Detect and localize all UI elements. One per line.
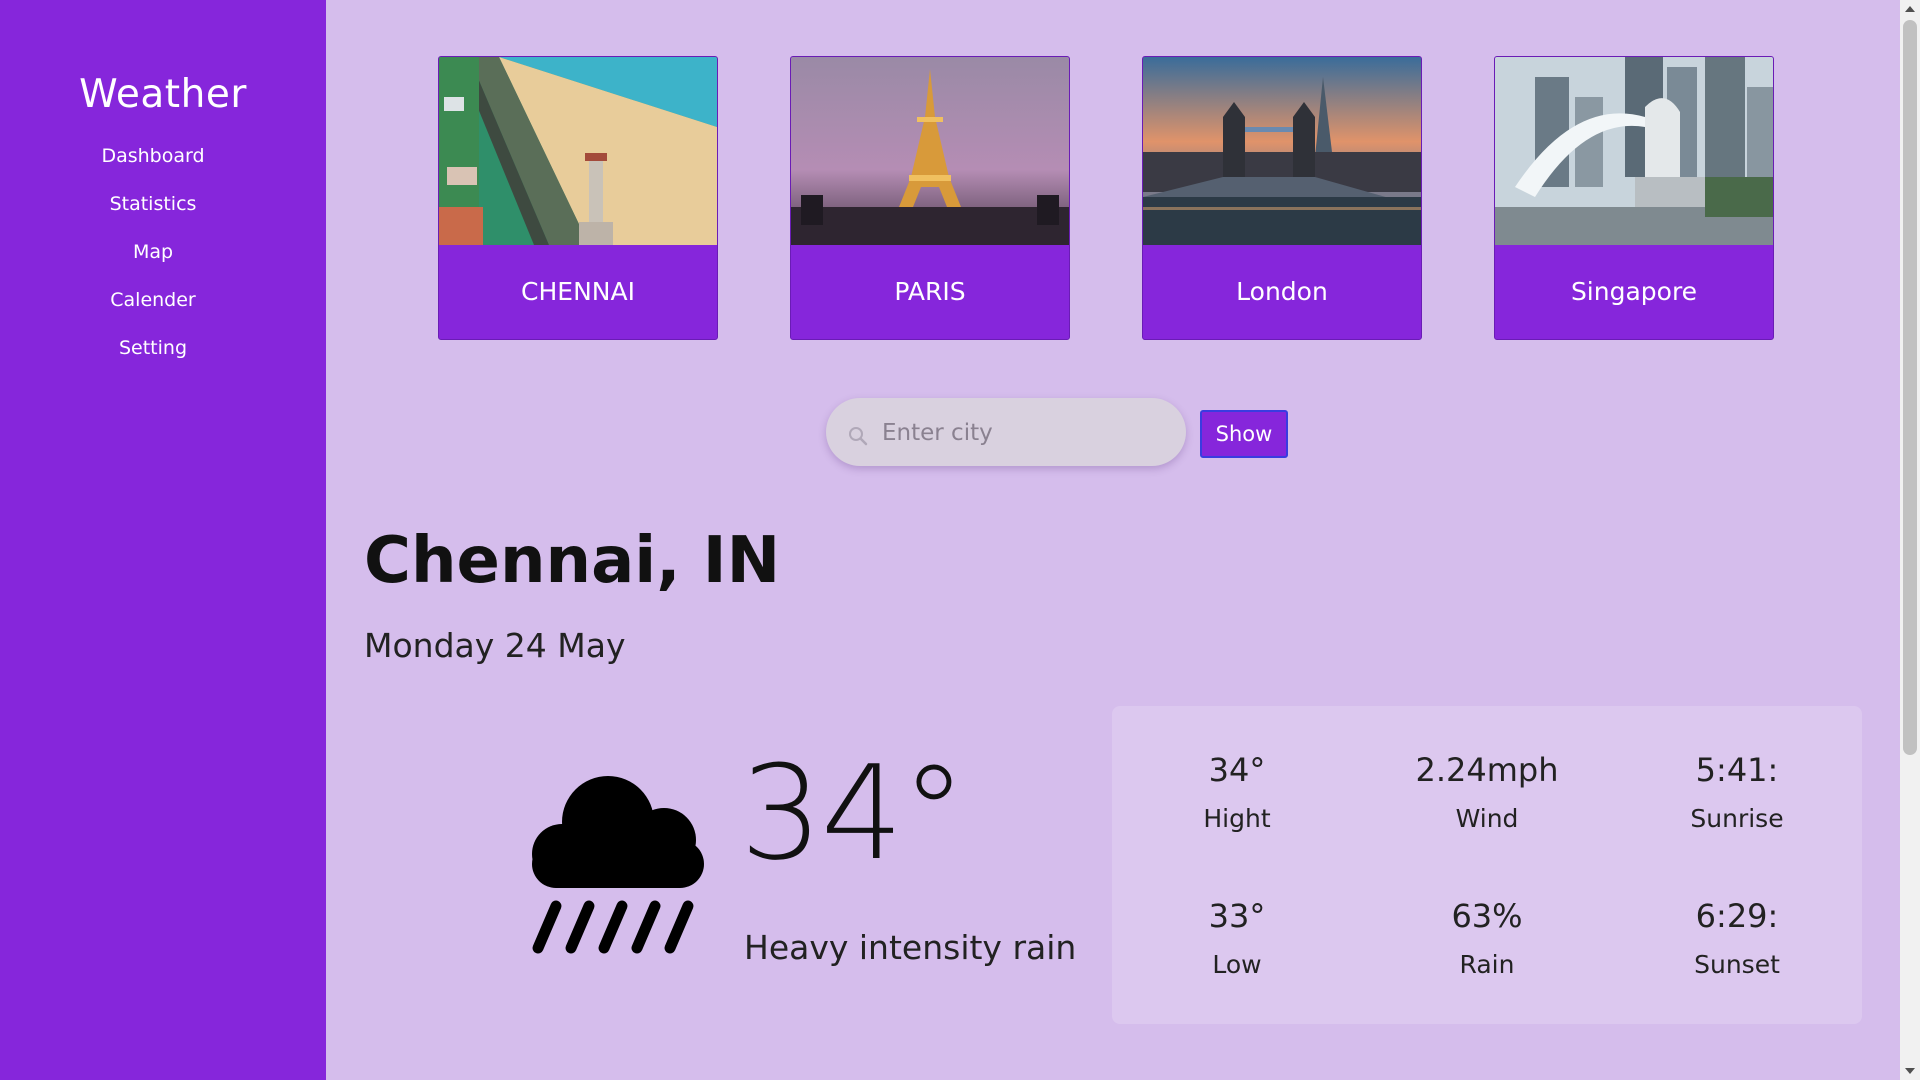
page-scrollbar[interactable] <box>1900 0 1920 1080</box>
stat-rain: 63% Rain <box>1362 896 1612 979</box>
sidebar: Weather Dashboard Statistics Map Calende… <box>0 0 326 1080</box>
stat-sunset: 6:29: Sunset <box>1612 896 1862 979</box>
sidebar-item-map[interactable]: Map <box>0 238 306 286</box>
city-name: Chennai, IN <box>364 524 781 598</box>
stat-label: Hight <box>1203 804 1271 833</box>
city-card-paris[interactable]: PARIS <box>790 56 1070 340</box>
sidebar-item-calender[interactable]: Calender <box>0 286 306 334</box>
city-card-label: London <box>1236 277 1328 306</box>
current-date: Monday 24 May <box>364 626 626 665</box>
stat-value: 63% <box>1451 897 1523 935</box>
weather-stats-panel: 34° Hight 2.24mph Wind 5:41: Sunrise 33°… <box>1112 706 1862 1024</box>
stat-sunrise: 5:41: Sunrise <box>1612 750 1862 833</box>
search-icon <box>849 427 868 446</box>
sidebar-item-statistics[interactable]: Statistics <box>0 190 306 238</box>
paris-photo <box>791 57 1069 245</box>
stat-value: 5:41: <box>1695 751 1779 789</box>
app-title: Weather <box>79 72 247 117</box>
sidebar-item-setting[interactable]: Setting <box>0 334 306 382</box>
scroll-down-arrow-icon[interactable] <box>1905 1068 1915 1074</box>
city-card-label: CHENNAI <box>521 277 635 306</box>
stat-low: 33° Low <box>1112 896 1362 979</box>
stat-high: 34° Hight <box>1112 750 1362 833</box>
stat-label: Low <box>1212 950 1262 979</box>
stat-label: Sunrise <box>1690 804 1784 833</box>
stat-value: 34° <box>1208 751 1266 789</box>
city-card-label: PARIS <box>894 277 966 306</box>
city-card-chennai[interactable]: CHENNAI <box>438 56 718 340</box>
show-button[interactable]: Show <box>1200 410 1288 458</box>
weather-condition: Heavy intensity rain <box>744 928 1077 967</box>
sidebar-nav: Dashboard Statistics Map Calender Settin… <box>0 142 306 382</box>
city-card-singapore[interactable]: Singapore <box>1494 56 1774 340</box>
city-card-label: Singapore <box>1570 277 1698 306</box>
stat-value: 2.24mph <box>1415 751 1559 789</box>
stat-value: 33° <box>1208 897 1266 935</box>
search-box <box>826 398 1186 466</box>
cloud-rain-icon <box>532 776 704 954</box>
stat-label: Rain <box>1459 950 1515 979</box>
stat-value: 6:29: <box>1695 897 1779 935</box>
london-photo <box>1143 57 1421 245</box>
singapore-photo <box>1495 57 1773 245</box>
sidebar-item-dashboard[interactable]: Dashboard <box>0 142 306 190</box>
stat-label: Wind <box>1455 804 1519 833</box>
scrollbar-thumb[interactable] <box>1903 20 1917 755</box>
scroll-up-arrow-icon[interactable] <box>1905 6 1915 12</box>
stat-wind: 2.24mph Wind <box>1362 750 1612 833</box>
city-search-input[interactable] <box>880 412 1164 454</box>
city-card-london[interactable]: London <box>1142 56 1422 340</box>
stat-label: Sunset <box>1694 950 1780 979</box>
current-temperature: 34° <box>740 737 966 889</box>
chennai-photo <box>439 57 717 245</box>
